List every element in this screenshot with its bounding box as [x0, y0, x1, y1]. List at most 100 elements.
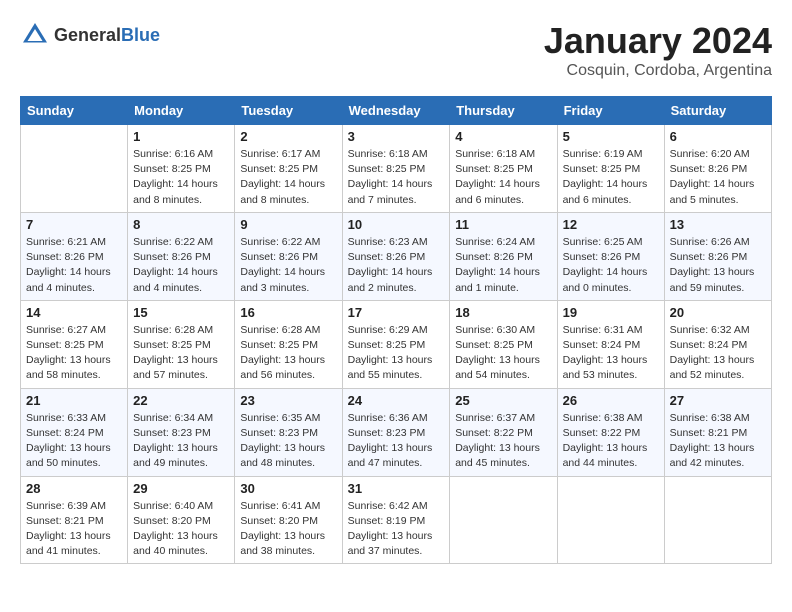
day-number: 31: [348, 481, 445, 496]
day-number: 17: [348, 305, 445, 320]
calendar-cell: [664, 476, 771, 564]
day-info: Sunrise: 6:29 AMSunset: 8:25 PMDaylight:…: [348, 323, 445, 384]
day-number: 11: [455, 217, 551, 232]
month-title: January 2024: [544, 20, 772, 62]
calendar-header: SundayMondayTuesdayWednesdayThursdayFrid…: [21, 97, 772, 125]
calendar-cell: 19 Sunrise: 6:31 AMSunset: 8:24 PMDayligh…: [557, 300, 664, 388]
day-info: Sunrise: 6:27 AMSunset: 8:25 PMDaylight:…: [26, 323, 122, 384]
calendar-cell: 10 Sunrise: 6:23 AMSunset: 8:26 PMDayligh…: [342, 212, 450, 300]
day-number: 19: [563, 305, 659, 320]
day-number: 16: [240, 305, 336, 320]
day-info: Sunrise: 6:38 AMSunset: 8:21 PMDaylight:…: [670, 411, 766, 472]
day-number: 24: [348, 393, 445, 408]
calendar-cell: 18 Sunrise: 6:30 AMSunset: 8:25 PMDayligh…: [450, 300, 557, 388]
day-info: Sunrise: 6:22 AMSunset: 8:26 PMDaylight:…: [240, 235, 336, 296]
day-info: Sunrise: 6:21 AMSunset: 8:26 PMDaylight:…: [26, 235, 122, 296]
day-number: 27: [670, 393, 766, 408]
calendar-table: SundayMondayTuesdayWednesdayThursdayFrid…: [20, 96, 772, 564]
day-number: 13: [670, 217, 766, 232]
day-number: 26: [563, 393, 659, 408]
location-title: Cosquin, Cordoba, Argentina: [544, 62, 772, 80]
header-day-wednesday: Wednesday: [342, 97, 450, 125]
day-info: Sunrise: 6:33 AMSunset: 8:24 PMDaylight:…: [26, 411, 122, 472]
header-day-saturday: Saturday: [664, 97, 771, 125]
calendar-cell: 14 Sunrise: 6:27 AMSunset: 8:25 PMDayligh…: [21, 300, 128, 388]
header-row: SundayMondayTuesdayWednesdayThursdayFrid…: [21, 97, 772, 125]
calendar-cell: 31Sunrise: 6:42 AMSunset: 8:19 PMDayligh…: [342, 476, 450, 564]
day-info: Sunrise: 6:24 AMSunset: 8:26 PMDaylight:…: [455, 235, 551, 296]
week-row-3: 14 Sunrise: 6:27 AMSunset: 8:25 PMDayligh…: [21, 300, 772, 388]
day-number: 5: [563, 129, 659, 144]
day-number: 1: [133, 129, 229, 144]
day-number: 7: [26, 217, 122, 232]
calendar-cell: 1 Sunrise: 6:16 AMSunset: 8:25 PMDaylight…: [128, 125, 235, 213]
day-info: Sunrise: 6:34 AMSunset: 8:23 PMDaylight:…: [133, 411, 229, 472]
calendar-cell: 3 Sunrise: 6:18 AMSunset: 8:25 PMDaylight…: [342, 125, 450, 213]
calendar-cell: [450, 476, 557, 564]
day-info: Sunrise: 6:16 AMSunset: 8:25 PMDaylight:…: [133, 147, 229, 208]
calendar-cell: 6 Sunrise: 6:20 AMSunset: 8:26 PMDaylight…: [664, 125, 771, 213]
calendar-cell: 13Sunrise: 6:26 AMSunset: 8:26 PMDayligh…: [664, 212, 771, 300]
day-number: 6: [670, 129, 766, 144]
page-header: GeneralBlue January 2024 Cosquin, Cordob…: [20, 20, 772, 80]
day-number: 20: [670, 305, 766, 320]
day-number: 2: [240, 129, 336, 144]
header-day-tuesday: Tuesday: [235, 97, 342, 125]
header-day-thursday: Thursday: [450, 97, 557, 125]
header-day-monday: Monday: [128, 97, 235, 125]
day-info: Sunrise: 6:31 AMSunset: 8:24 PMDaylight:…: [563, 323, 659, 384]
logo-blue-text: Blue: [121, 25, 160, 45]
calendar-cell: 8Sunrise: 6:22 AMSunset: 8:26 PMDaylight…: [128, 212, 235, 300]
day-info: Sunrise: 6:28 AMSunset: 8:25 PMDaylight:…: [240, 323, 336, 384]
day-number: 18: [455, 305, 551, 320]
logo-general-text: General: [54, 25, 121, 45]
day-info: Sunrise: 6:23 AMSunset: 8:26 PMDaylight:…: [348, 235, 445, 296]
day-number: 12: [563, 217, 659, 232]
day-number: 3: [348, 129, 445, 144]
day-info: Sunrise: 6:39 AMSunset: 8:21 PMDaylight:…: [26, 499, 122, 560]
calendar-cell: 12 Sunrise: 6:25 AMSunset: 8:26 PMDayligh…: [557, 212, 664, 300]
logo: GeneralBlue: [20, 20, 160, 50]
header-day-sunday: Sunday: [21, 97, 128, 125]
calendar-cell: 9 Sunrise: 6:22 AMSunset: 8:26 PMDaylight…: [235, 212, 342, 300]
calendar-cell: 7 Sunrise: 6:21 AMSunset: 8:26 PMDaylight…: [21, 212, 128, 300]
calendar-cell: [21, 125, 128, 213]
calendar-cell: 26Sunrise: 6:38 AMSunset: 8:22 PMDayligh…: [557, 388, 664, 476]
day-number: 9: [240, 217, 336, 232]
day-info: Sunrise: 6:41 AMSunset: 8:20 PMDaylight:…: [240, 499, 336, 560]
logo-icon: [20, 20, 50, 50]
day-info: Sunrise: 6:28 AMSunset: 8:25 PMDaylight:…: [133, 323, 229, 384]
day-number: 21: [26, 393, 122, 408]
day-info: Sunrise: 6:20 AMSunset: 8:26 PMDaylight:…: [670, 147, 766, 208]
day-number: 23: [240, 393, 336, 408]
day-number: 8: [133, 217, 229, 232]
calendar-cell: 24Sunrise: 6:36 AMSunset: 8:23 PMDayligh…: [342, 388, 450, 476]
day-info: Sunrise: 6:18 AMSunset: 8:25 PMDaylight:…: [348, 147, 445, 208]
week-row-2: 7 Sunrise: 6:21 AMSunset: 8:26 PMDaylight…: [21, 212, 772, 300]
day-info: Sunrise: 6:30 AMSunset: 8:25 PMDaylight:…: [455, 323, 551, 384]
day-number: 29: [133, 481, 229, 496]
calendar-cell: 11 Sunrise: 6:24 AMSunset: 8:26 PMDayligh…: [450, 212, 557, 300]
calendar-cell: 25Sunrise: 6:37 AMSunset: 8:22 PMDayligh…: [450, 388, 557, 476]
calendar-body: 1 Sunrise: 6:16 AMSunset: 8:25 PMDaylight…: [21, 125, 772, 564]
calendar-cell: 2Sunrise: 6:17 AMSunset: 8:25 PMDaylight…: [235, 125, 342, 213]
calendar-cell: 21 Sunrise: 6:33 AMSunset: 8:24 PMDayligh…: [21, 388, 128, 476]
day-info: Sunrise: 6:37 AMSunset: 8:22 PMDaylight:…: [455, 411, 551, 472]
day-info: Sunrise: 6:32 AMSunset: 8:24 PMDaylight:…: [670, 323, 766, 384]
week-row-4: 21 Sunrise: 6:33 AMSunset: 8:24 PMDayligh…: [21, 388, 772, 476]
day-number: 28: [26, 481, 122, 496]
day-info: Sunrise: 6:25 AMSunset: 8:26 PMDaylight:…: [563, 235, 659, 296]
calendar-cell: 5Sunrise: 6:19 AMSunset: 8:25 PMDaylight…: [557, 125, 664, 213]
calendar-cell: 16 Sunrise: 6:28 AMSunset: 8:25 PMDayligh…: [235, 300, 342, 388]
day-info: Sunrise: 6:40 AMSunset: 8:20 PMDaylight:…: [133, 499, 229, 560]
day-info: Sunrise: 6:35 AMSunset: 8:23 PMDaylight:…: [240, 411, 336, 472]
day-number: 22: [133, 393, 229, 408]
calendar-cell: 20 Sunrise: 6:32 AMSunset: 8:24 PMDayligh…: [664, 300, 771, 388]
header-day-friday: Friday: [557, 97, 664, 125]
calendar-cell: 23 Sunrise: 6:35 AMSunset: 8:23 PMDayligh…: [235, 388, 342, 476]
day-number: 14: [26, 305, 122, 320]
day-number: 10: [348, 217, 445, 232]
day-info: Sunrise: 6:18 AMSunset: 8:25 PMDaylight:…: [455, 147, 551, 208]
calendar-cell: 22 Sunrise: 6:34 AMSunset: 8:23 PMDayligh…: [128, 388, 235, 476]
day-number: 4: [455, 129, 551, 144]
